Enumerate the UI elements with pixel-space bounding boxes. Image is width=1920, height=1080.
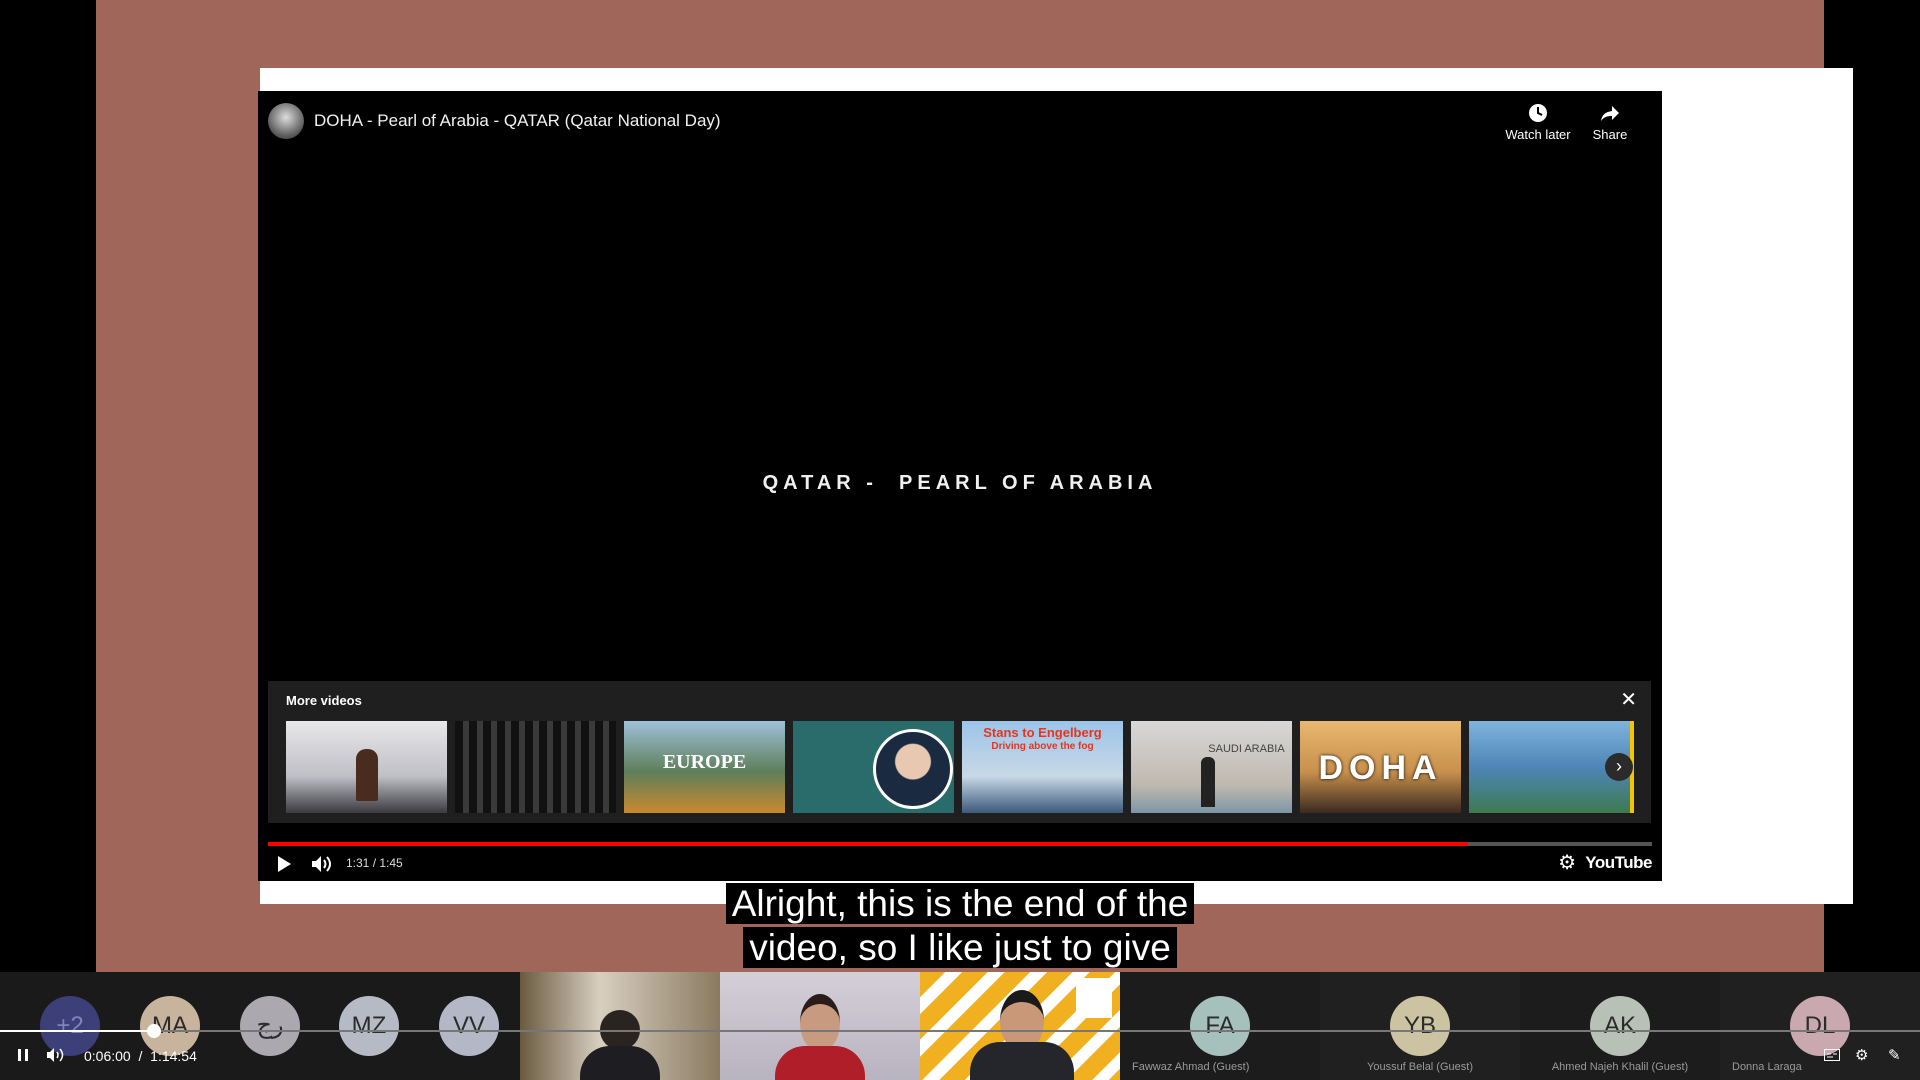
video-title-card: QATAR - PEARL OF ARABIA [762, 472, 1158, 494]
seek-handle[interactable] [146, 1024, 161, 1038]
thumbnail-figure [356, 749, 378, 801]
live-caption: Alright, this is the end of the video, s… [0, 882, 1920, 970]
settings-icon[interactable]: ⚙ [1558, 853, 1576, 873]
watch-later-label: Watch later [1505, 127, 1571, 142]
recording-player-controls: 0:06:00 / 1:14:54 ⚙ ✎ [0, 1024, 1920, 1080]
thumbnail-subtext: Driving above the fog [991, 741, 1094, 752]
pause-icon[interactable] [17, 1048, 29, 1062]
more-videos-label: More videos [286, 693, 362, 708]
chevron-right-icon[interactable]: › [1605, 753, 1633, 781]
video-thumbnail[interactable] [455, 721, 616, 813]
current-time: 0:06:00 [84, 1048, 131, 1064]
seek-bar[interactable] [0, 1024, 1920, 1038]
video-thumbnail[interactable]: EUROPE [624, 721, 785, 813]
close-icon[interactable]: ✕ [1620, 690, 1637, 710]
thumbnail-text: Stans to Engelberg [983, 725, 1102, 740]
volume-icon[interactable] [310, 854, 332, 874]
video-thumbnail[interactable]: SAUDI ARABIA [1131, 721, 1292, 813]
youtube-logo[interactable]: YouTube [1585, 853, 1652, 873]
video-thumbnail[interactable] [286, 721, 447, 813]
thumbnail-text: SAUDI ARABIA [1208, 743, 1285, 755]
share-icon [1601, 106, 1619, 121]
thumbnail-row: EUROPE Stans to Engelberg Driving above … [286, 721, 1636, 813]
youtube-progress-bar[interactable] [268, 842, 1652, 846]
pin-icon[interactable]: ✎ [1888, 1046, 1901, 1064]
captions-icon[interactable] [1824, 1049, 1840, 1061]
thumbnail-text: DOHA [1318, 749, 1443, 787]
youtube-controls: 1:31 / 1:45 ⚙ YouTube [268, 853, 1652, 875]
play-icon[interactable] [276, 855, 292, 873]
video-thumbnail[interactable]: Stans to Engelberg Driving above the fog [962, 721, 1123, 813]
caption-line-1: Alright, this is the end of the [725, 883, 1195, 924]
settings-icon[interactable]: ⚙ [1855, 1046, 1868, 1064]
youtube-embed: DOHA - Pearl of Arabia - QATAR (Qatar Na… [258, 91, 1662, 881]
seek-bar-fill [0, 1030, 154, 1032]
video-thumbnail[interactable]: DOHA [1300, 721, 1461, 813]
share-label: Share [1592, 127, 1628, 142]
total-duration: 1:14:54 [150, 1048, 197, 1064]
playback-time: 0:06:00 / 1:14:54 [84, 1048, 197, 1064]
youtube-time: 1:31 / 1:45 [346, 856, 403, 870]
video-thumbnail[interactable] [793, 721, 954, 813]
watch-later-button[interactable]: Watch later [1502, 103, 1574, 142]
share-button[interactable]: Share [1574, 103, 1646, 142]
youtube-progress-fill [268, 842, 1468, 846]
youtube-header: DOHA - Pearl of Arabia - QATAR (Qatar Na… [268, 103, 1652, 153]
studio-logo-icon [1076, 978, 1112, 1018]
video-title[interactable]: DOHA - Pearl of Arabia - QATAR (Qatar Na… [314, 111, 721, 131]
caption-line-2: video, so I like just to give [743, 927, 1177, 968]
more-videos-panel: More videos ✕ EUROPE Stans to Engelberg … [268, 681, 1651, 823]
channel-avatar[interactable] [268, 103, 304, 139]
volume-icon[interactable] [46, 1047, 66, 1063]
thumbnail-text: EUROPE [662, 751, 747, 773]
clock-icon [1529, 104, 1547, 122]
thumbnail-figure [1201, 757, 1215, 807]
time-separator: / [138, 1048, 143, 1064]
thumbnail-portrait [873, 729, 953, 809]
